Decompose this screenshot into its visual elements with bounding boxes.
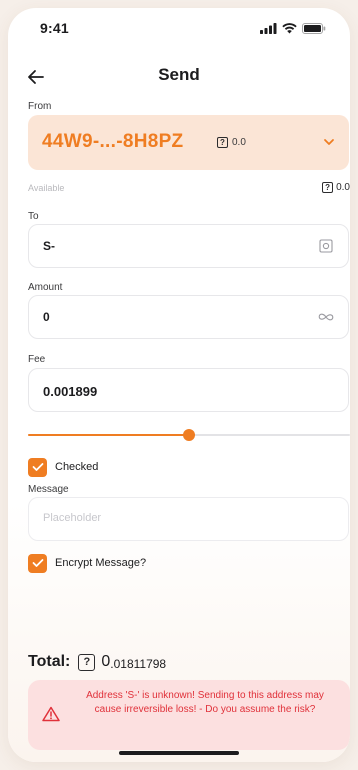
fee-input[interactable] <box>43 384 293 399</box>
message-field[interactable] <box>28 497 349 541</box>
signal-icon <box>260 22 277 34</box>
message-label: Message <box>28 484 69 495</box>
warning-triangle-icon <box>42 706 60 722</box>
available-value: ? 0.0 <box>322 182 350 193</box>
from-balance: ? 0.0 <box>217 137 246 148</box>
to-label: To <box>28 211 39 222</box>
total-value-minor: .01811798 <box>110 656 167 671</box>
qr-scan-icon[interactable] <box>318 238 334 254</box>
total-label: Total: <box>28 653 71 670</box>
token-icon: ? <box>322 182 334 193</box>
slider-thumb[interactable] <box>183 429 195 441</box>
checkmark-icon <box>32 559 43 567</box>
warning-text: Address 'S-' is unknown! Sending to this… <box>86 690 324 715</box>
page-title: Send <box>158 65 200 84</box>
status-time: 9:41 <box>40 20 69 36</box>
encrypt-message-option[interactable]: Encrypt Message? <box>28 553 146 573</box>
nav-bar: Send <box>8 63 350 91</box>
encrypt-message-label: Encrypt Message? <box>55 557 147 569</box>
status-bar: 9:41 <box>8 8 350 48</box>
status-icons <box>260 22 326 34</box>
available-amount: 0.0 <box>336 182 350 193</box>
chevron-down-icon <box>324 139 334 145</box>
token-icon: ? <box>217 137 228 148</box>
wifi-icon <box>282 22 297 33</box>
from-wallet-selector[interactable]: 44W9-...-8H8PZ ? 0.0 <box>28 115 349 170</box>
slider-fill <box>28 434 189 436</box>
checkbox[interactable] <box>28 457 47 477</box>
infinity-icon[interactable] <box>316 309 336 325</box>
checked-option-label: Checked <box>55 461 99 473</box>
available-row: Available ? 0.0 <box>28 182 350 196</box>
from-label: From <box>28 101 52 112</box>
warning-banner: Address 'S-' is unknown! Sending to this… <box>28 680 350 750</box>
from-address: 44W9-...-8H8PZ <box>42 131 184 152</box>
amount-field[interactable] <box>28 295 349 339</box>
from-balance-value: 0.0 <box>232 137 246 148</box>
fee-label: Fee <box>28 354 46 365</box>
available-label: Available <box>28 183 65 193</box>
home-indicator <box>119 751 239 755</box>
fee-field[interactable] <box>28 368 349 412</box>
total-value-major: 0 <box>101 653 111 670</box>
total-row: Total: ? 0 .01811798 <box>28 651 166 673</box>
to-address-input[interactable] <box>43 239 293 253</box>
fee-slider[interactable] <box>28 428 350 442</box>
to-field[interactable] <box>28 224 349 268</box>
checked-option[interactable]: Checked <box>28 457 98 477</box>
checkbox[interactable] <box>28 553 47 573</box>
token-icon: ? <box>78 653 96 671</box>
phone-screen: 9:41 Send From 44W9-...-8H8PZ ? 0.0 Avai… <box>8 8 350 762</box>
battery-icon <box>302 22 326 34</box>
amount-label: Amount <box>28 282 63 293</box>
amount-input[interactable] <box>43 310 293 324</box>
message-input[interactable] <box>43 512 323 524</box>
checkmark-icon <box>32 463 43 471</box>
